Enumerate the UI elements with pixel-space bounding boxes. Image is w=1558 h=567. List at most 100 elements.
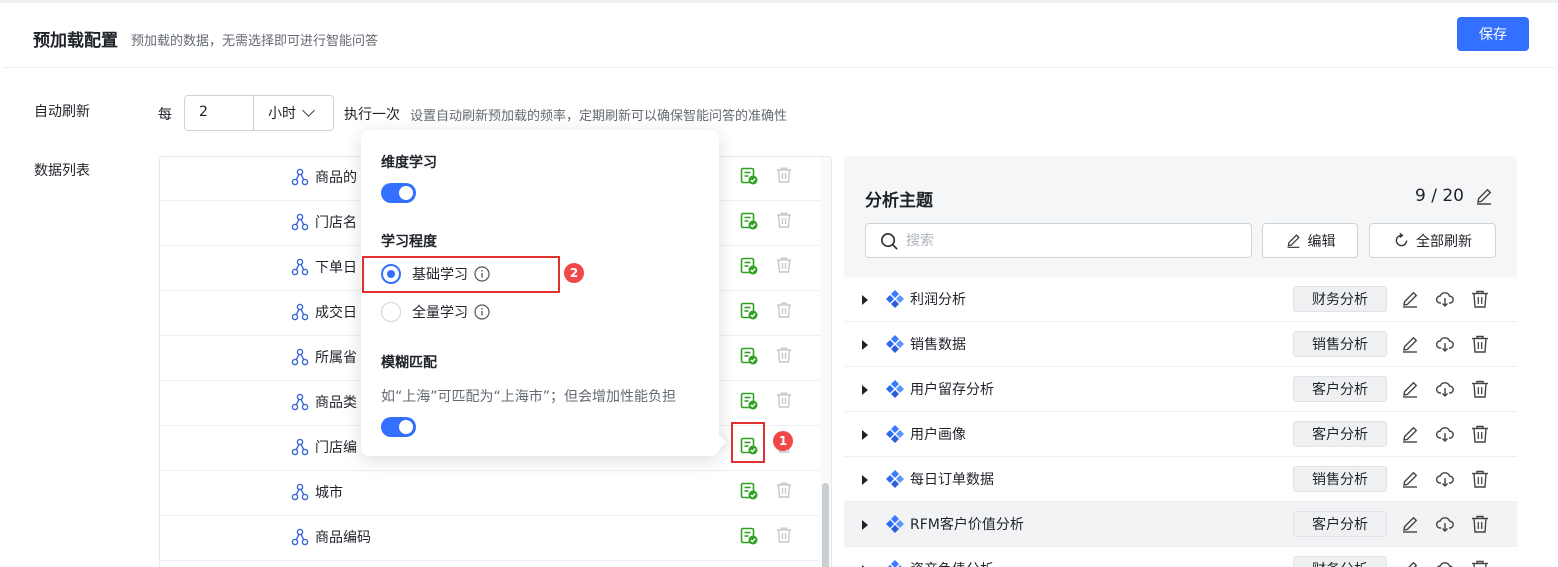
learning-settings-icon[interactable]: [740, 482, 758, 500]
topic-category-tag: 销售分析: [1293, 331, 1387, 357]
learning-settings-icon[interactable]: [740, 257, 758, 275]
table-row[interactable]: RFM客户价值分析 客户分析: [844, 502, 1517, 547]
full-learning-option[interactable]: 全量学习: [412, 302, 490, 322]
delete-icon[interactable]: [775, 301, 793, 319]
delete-icon[interactable]: [1470, 559, 1490, 567]
fuzzy-match-toggle[interactable]: [381, 417, 416, 437]
edit-icon: [1287, 234, 1300, 248]
edit-topics-button[interactable]: 编辑: [1262, 223, 1358, 258]
list-item-name: 门店编: [315, 440, 357, 456]
annotation-box-learn-icon: [731, 422, 765, 463]
edit-icon[interactable]: [1400, 334, 1420, 354]
edit-icon[interactable]: [1400, 559, 1420, 567]
list-item-name: 下单日: [315, 260, 357, 276]
info-icon[interactable]: [474, 304, 490, 320]
scrollbar-thumb[interactable]: [822, 483, 829, 567]
refresh-interval-input[interactable]: 2: [184, 95, 254, 131]
edit-icon[interactable]: [1400, 379, 1420, 399]
learning-settings-icon[interactable]: [740, 347, 758, 365]
dimension-node-icon: [291, 438, 309, 456]
table-row[interactable]: 用户画像 客户分析: [844, 412, 1517, 457]
page-header: 预加载配置 预加载的数据，无需选择即可进行智能问答 保存: [3, 3, 1556, 68]
edit-icon[interactable]: [1400, 424, 1420, 444]
dimension-learning-toggle[interactable]: [381, 183, 416, 203]
cloud-download-icon[interactable]: [1435, 559, 1455, 567]
table-row[interactable]: 每日订单数据 销售分析: [844, 457, 1517, 502]
list-item-name: 城市: [315, 485, 343, 501]
learning-settings-icon[interactable]: [740, 527, 758, 545]
annotation-badge-2: 2: [564, 263, 584, 283]
list-item-name: 商品编码: [315, 530, 371, 546]
table-row[interactable]: 利润分析 财务分析: [844, 277, 1517, 322]
cloud-download-icon[interactable]: [1435, 424, 1455, 444]
delete-icon[interactable]: [775, 211, 793, 229]
learning-settings-popover: 维度学习 学习程度 基础学习 全量学习 模糊匹配 如“上海”可匹配为“上海市”；…: [361, 130, 719, 456]
data-list-label: 数据列表: [34, 163, 90, 179]
delete-icon[interactable]: [1470, 289, 1490, 309]
expand-caret-icon[interactable]: [862, 295, 868, 305]
table-row[interactable]: 资产负债分析 财务分析: [844, 547, 1517, 567]
delete-icon[interactable]: [1470, 469, 1490, 489]
delete-icon[interactable]: [775, 256, 793, 274]
cloud-download-icon[interactable]: [1435, 289, 1455, 309]
cloud-download-icon[interactable]: [1435, 514, 1455, 534]
cloud-download-icon[interactable]: [1435, 334, 1455, 354]
topic-diamond-icon: [885, 469, 905, 489]
topic-name: 利润分析: [910, 292, 966, 308]
edit-icon[interactable]: [1400, 289, 1420, 309]
delete-icon[interactable]: [1470, 379, 1490, 399]
topic-diamond-icon: [885, 334, 905, 354]
cloud-download-icon[interactable]: [1435, 469, 1455, 489]
list-item-name: 成交日: [315, 305, 357, 321]
expand-caret-icon[interactable]: [862, 385, 868, 395]
list-item[interactable]: 城市: [160, 471, 820, 516]
preload-config-page: 预加载配置 预加载的数据，无需选择即可进行智能问答 保存 自动刷新 每 2 小时…: [0, 0, 1558, 567]
learning-settings-icon[interactable]: [740, 392, 758, 410]
delete-icon[interactable]: [775, 481, 793, 499]
topic-name: 销售数据: [910, 337, 966, 353]
topic-name: 用户留存分析: [910, 382, 994, 398]
edit-icon[interactable]: [1400, 469, 1420, 489]
expand-caret-icon[interactable]: [862, 340, 868, 350]
delete-icon[interactable]: [775, 391, 793, 409]
learning-settings-icon[interactable]: [740, 212, 758, 230]
topic-name: RFM客户价值分析: [910, 517, 1024, 533]
table-row[interactable]: 用户留存分析 客户分析: [844, 367, 1517, 412]
delete-icon[interactable]: [775, 166, 793, 184]
topic-search[interactable]: [865, 223, 1252, 258]
edit-icon[interactable]: [1474, 186, 1494, 206]
auto-refresh-label: 自动刷新: [34, 104, 90, 120]
fuzzy-match-hint: 如“上海”可匹配为“上海市”；但会增加性能负担: [381, 389, 677, 405]
save-button[interactable]: 保存: [1457, 17, 1529, 51]
delete-icon[interactable]: [775, 526, 793, 544]
delete-icon[interactable]: [1470, 334, 1490, 354]
topic-category-tag: 客户分析: [1293, 421, 1387, 447]
page-subtitle: 预加载的数据，无需选择即可进行智能问答: [131, 34, 379, 49]
list-item[interactable]: 商品编码: [160, 516, 820, 561]
dimension-node-icon: [291, 393, 309, 411]
learning-settings-icon[interactable]: [740, 302, 758, 320]
expand-caret-icon[interactable]: [862, 475, 868, 485]
page-title: 预加载配置: [33, 31, 118, 51]
topic-category-tag: 客户分析: [1293, 376, 1387, 402]
dimension-node-icon: [291, 528, 309, 546]
edit-icon[interactable]: [1400, 514, 1420, 534]
refresh-all-button[interactable]: 全部刷新: [1369, 223, 1496, 258]
expand-caret-icon[interactable]: [862, 520, 868, 530]
chevron-down-icon: [302, 104, 315, 117]
delete-icon[interactable]: [775, 346, 793, 364]
full-learning-radio[interactable]: [381, 302, 401, 322]
list-item-name: 商品类: [315, 395, 357, 411]
edit-topics-label: 编辑: [1307, 233, 1336, 250]
search-input[interactable]: [906, 231, 1236, 251]
table-row[interactable]: 销售数据 销售分析: [844, 322, 1517, 367]
delete-icon[interactable]: [1470, 424, 1490, 444]
expand-caret-icon[interactable]: [862, 430, 868, 440]
learning-settings-icon[interactable]: [740, 167, 758, 185]
refresh-unit-select[interactable]: 小时: [253, 95, 334, 131]
cloud-download-icon[interactable]: [1435, 379, 1455, 399]
learning-level-heading: 学习程度: [381, 234, 437, 250]
delete-icon[interactable]: [1470, 514, 1490, 534]
dimension-node-icon: [291, 213, 309, 231]
topic-diamond-icon: [885, 514, 905, 534]
